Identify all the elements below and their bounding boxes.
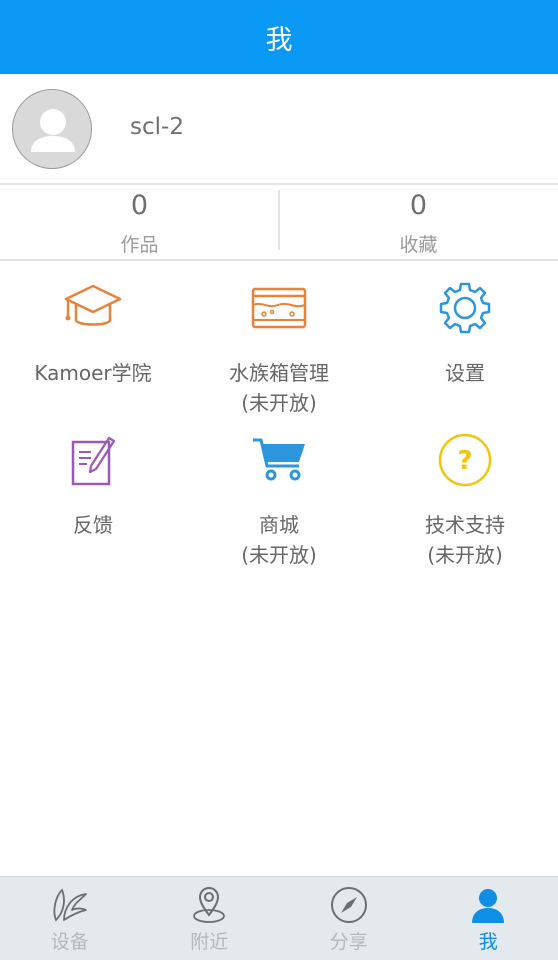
nav-devices-label: 设备 (50, 931, 89, 953)
grid-aquarium-label: 水族箱管理 (未开放) (229, 361, 329, 415)
nav-me[interactable]: 我 (419, 877, 558, 960)
svg-text:?: ? (457, 446, 472, 476)
grid-academy-label: Kamoer学院 (34, 361, 152, 385)
bottom-nav: 设备 附近 分享 我 (0, 876, 558, 960)
avatar-placeholder-icon (31, 109, 75, 152)
app-root: 我 scl-2 0 作品 0 收藏 Kamoer学院 水族箱管理 (未开放) 设… (0, 0, 558, 960)
username: scl-2 (130, 114, 184, 140)
gear-icon (433, 276, 497, 340)
profile-section[interactable]: scl-2 (0, 74, 558, 184)
grid-shop-label: 商城 (未开放) (241, 513, 317, 567)
stat-works-label: 作品 (120, 234, 159, 256)
nav-devices[interactable]: 设备 (0, 877, 140, 960)
divider (0, 259, 558, 261)
nav-share[interactable]: 分享 (279, 877, 419, 960)
shopping-cart-icon (247, 428, 311, 492)
divider (0, 183, 558, 185)
page-title: 我 (265, 24, 293, 56)
aquarium-icon (247, 276, 311, 340)
grid-feedback[interactable]: 反馈 (0, 428, 186, 540)
nav-nearby[interactable]: 附近 (140, 877, 280, 960)
stat-separator (278, 190, 280, 250)
help-circle-icon: ? (433, 428, 497, 492)
grid-shop[interactable]: 商城 (未开放) (186, 428, 372, 570)
grid-academy[interactable]: Kamoer学院 (0, 276, 186, 388)
stat-works[interactable]: 0 作品 (0, 186, 279, 259)
grid-settings-label: 设置 (445, 361, 485, 385)
graduation-cap-icon (61, 276, 125, 340)
leaf-device-icon (50, 885, 90, 925)
edit-note-icon (61, 428, 125, 492)
grid-aquarium[interactable]: 水族箱管理 (未开放) (186, 276, 372, 418)
stat-favorites[interactable]: 0 收藏 (279, 186, 558, 259)
header-bar: 我 (0, 0, 558, 74)
nav-share-label: 分享 (329, 931, 368, 953)
user-icon (468, 885, 508, 925)
grid-feedback-label: 反馈 (73, 513, 113, 537)
stat-favorites-count: 0 (409, 190, 428, 221)
grid-support[interactable]: ? 技术支持 (未开放) (372, 428, 558, 570)
grid-settings[interactable]: 设置 (372, 276, 558, 388)
map-pin-icon (189, 885, 229, 925)
grid-support-label: 技术支持 (未开放) (425, 513, 505, 567)
nav-me-label: 我 (478, 931, 498, 953)
compass-icon (329, 885, 369, 925)
nav-nearby-label: 附近 (190, 931, 229, 953)
avatar[interactable] (12, 89, 92, 169)
stat-works-count: 0 (130, 190, 149, 221)
stat-favorites-label: 收藏 (399, 234, 438, 256)
